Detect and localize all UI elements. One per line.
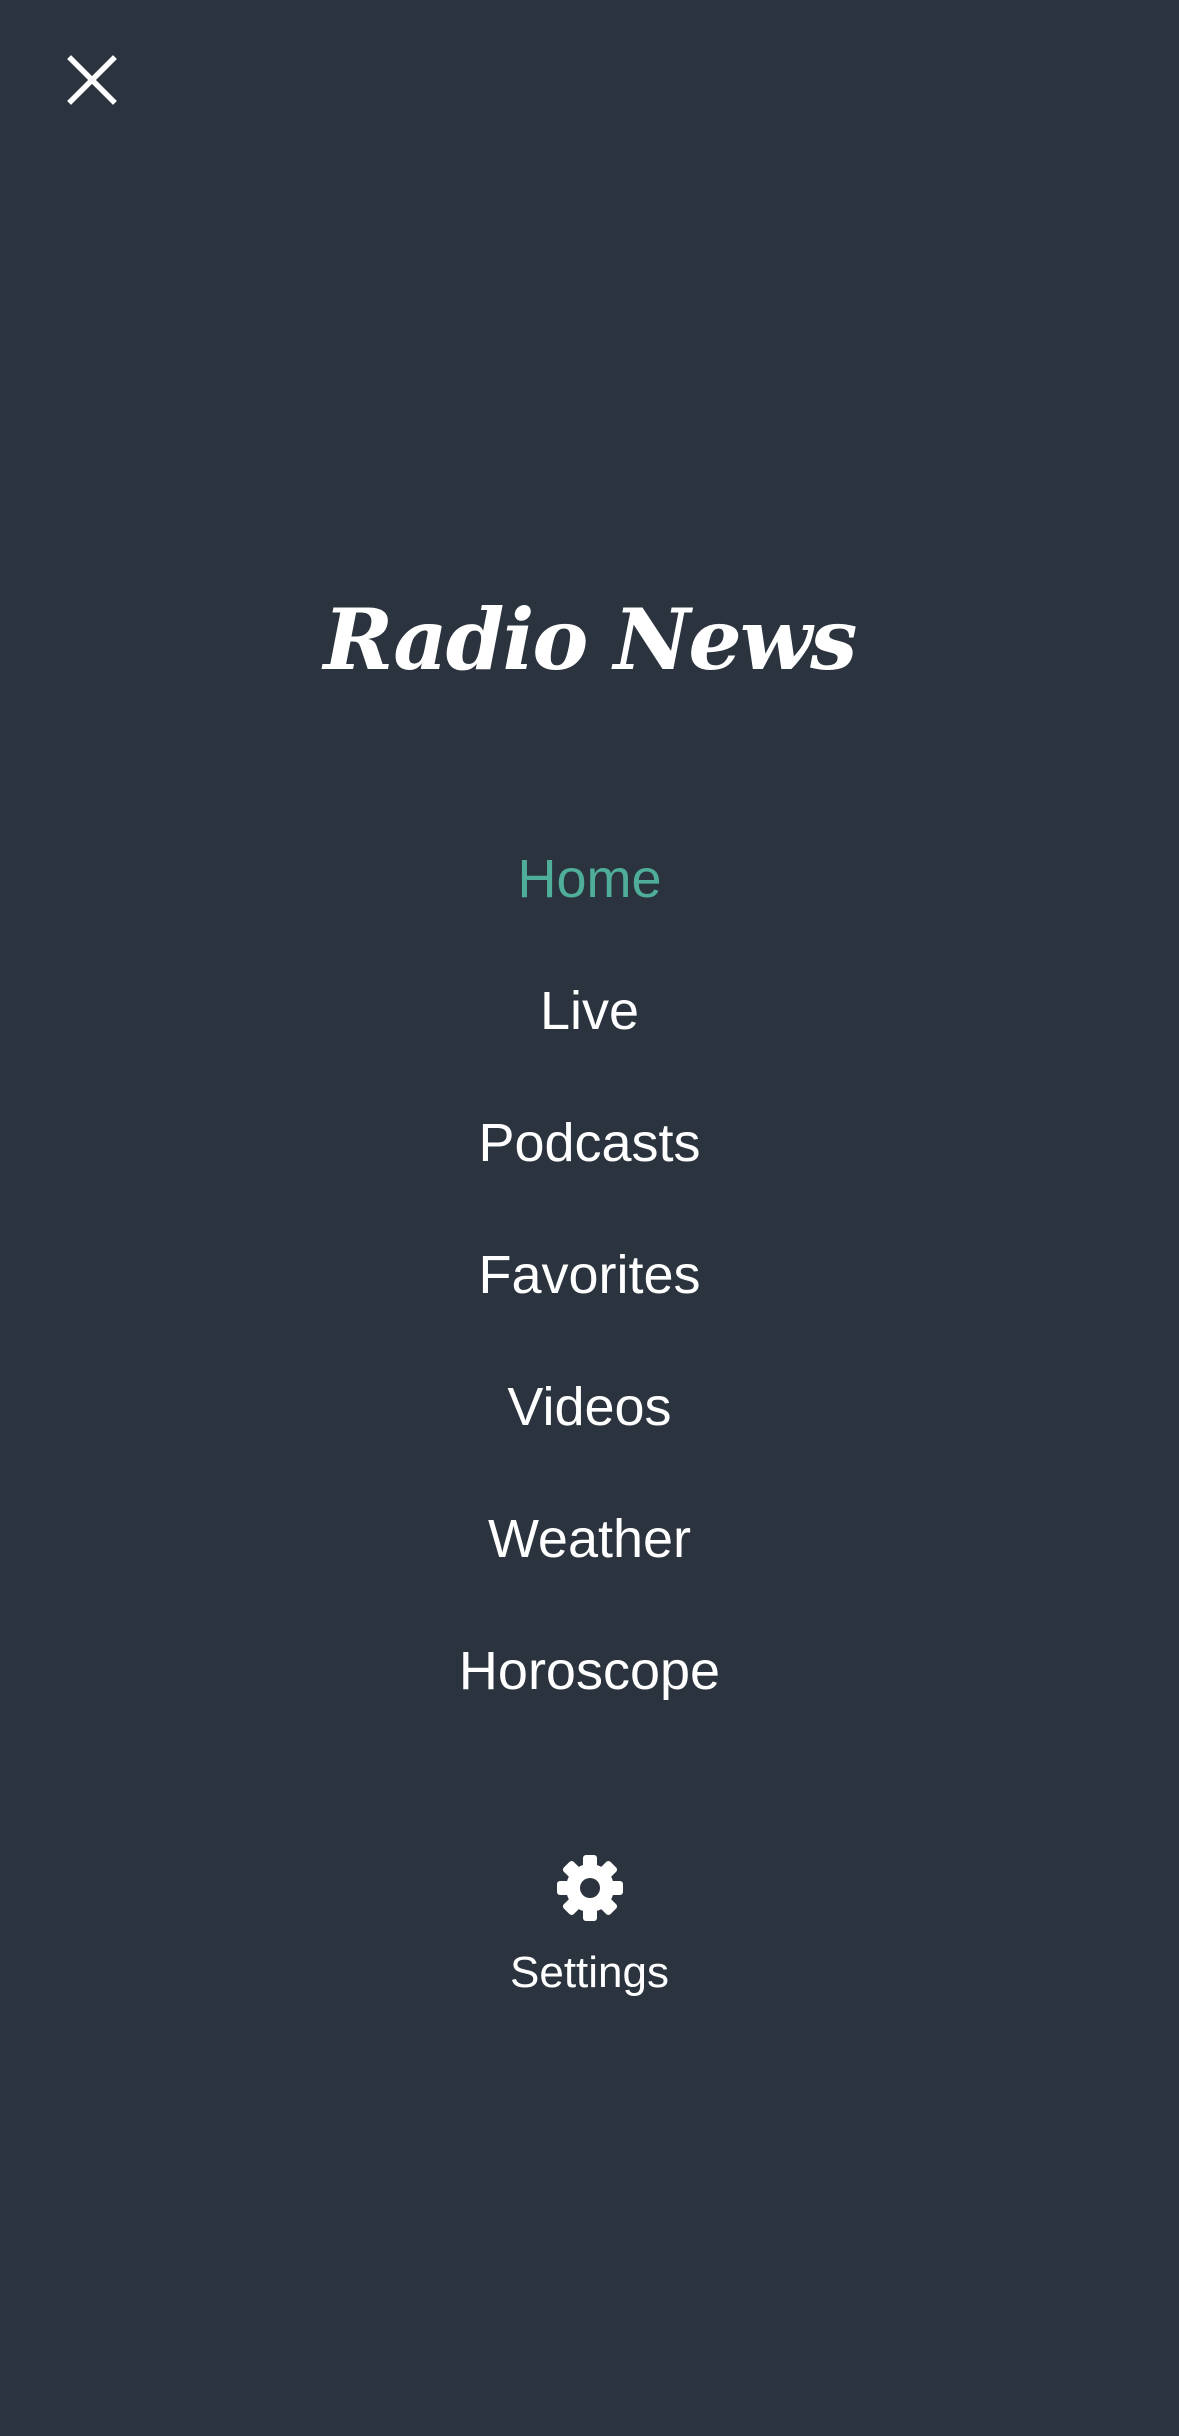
close-button[interactable] <box>56 46 128 118</box>
settings-button[interactable]: Settings <box>0 1852 1179 1998</box>
settings-label: Settings <box>510 1948 669 1997</box>
menu-item-favorites[interactable]: Favorites <box>0 1209 1179 1341</box>
menu-item-weather[interactable]: Weather <box>0 1473 1179 1605</box>
menu-item-live[interactable]: Live <box>0 945 1179 1077</box>
menu-item-home[interactable]: Home <box>0 813 1179 945</box>
close-icon <box>67 54 117 110</box>
brand-logo: Radio News <box>323 590 858 689</box>
menu-item-horoscope[interactable]: Horoscope <box>0 1605 1179 1737</box>
menu-item-videos[interactable]: Videos <box>0 1341 1179 1473</box>
main-menu: Home Live Podcasts Favorites Videos Weat… <box>0 813 1179 1737</box>
gear-icon <box>554 1852 626 1924</box>
menu-item-podcasts[interactable]: Podcasts <box>0 1077 1179 1209</box>
